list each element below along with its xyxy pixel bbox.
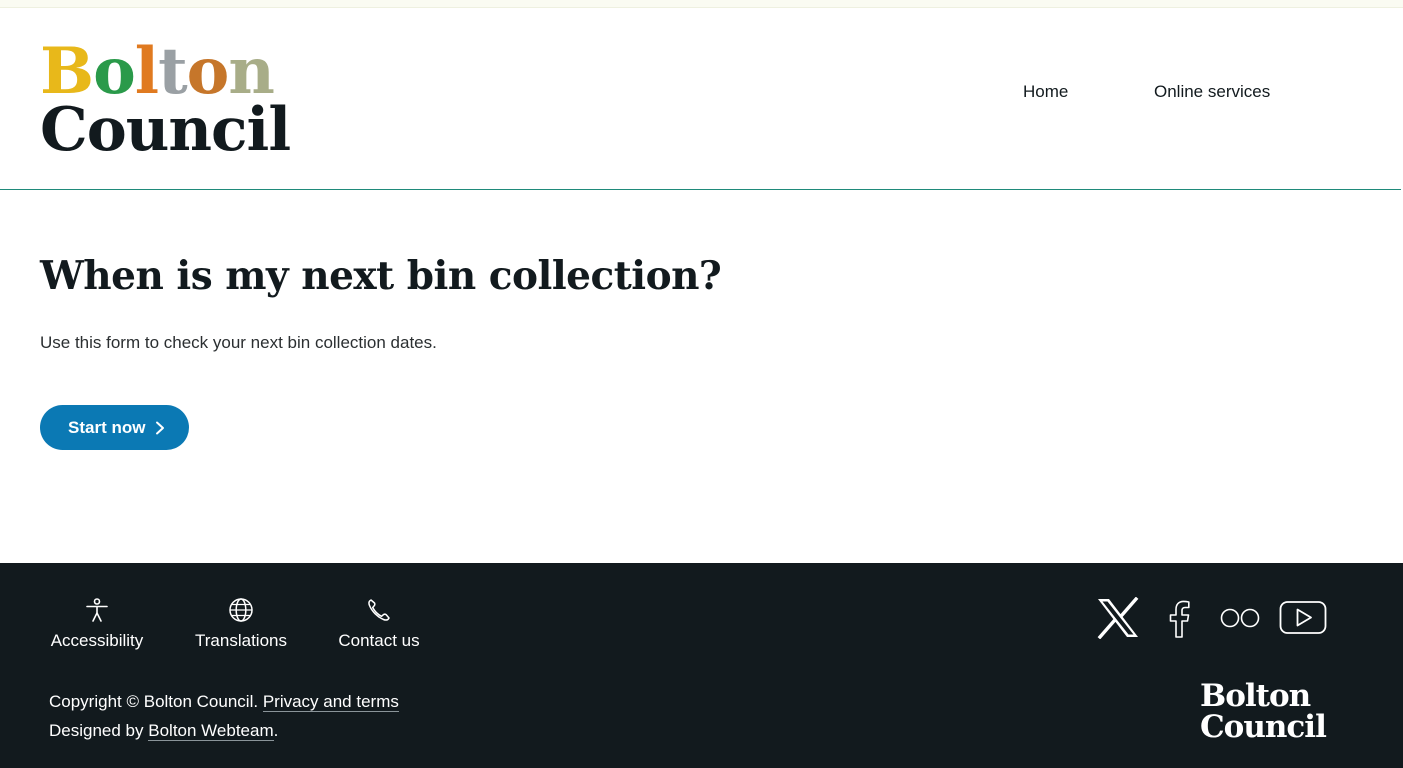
logo-word-council: Council [40,95,291,165]
footer-logo-bolton: Bolton [1200,678,1311,714]
facebook-link[interactable] [1164,597,1194,639]
phone-icon [368,599,390,621]
copyright-text: Copyright © Bolton Council. [49,692,259,711]
footer-translations-label: Translations [195,631,287,650]
chevron-right-icon [156,421,165,434]
nav-online-services-link[interactable]: Online services [1154,82,1270,102]
footer-logo: Bolton Council [1200,681,1330,743]
designed-by-suffix: . [273,721,279,740]
page-title: When is my next bin collection? [40,253,722,299]
designed-by-line: Designed by Bolton Webteam. [49,716,399,745]
x-twitter-link[interactable] [1096,596,1140,640]
footer-accessibility-label: Accessibility [50,631,144,650]
main-nav: Home Online services [0,82,1403,106]
footer-contact-label: Contact us [338,631,420,650]
designed-by-text: Designed by [49,721,144,740]
copyright-line: Copyright © Bolton Council. Privacy and … [49,687,399,716]
flickr-icon [1220,608,1260,628]
start-now-button[interactable]: Start now [40,405,189,450]
accessibility-icon [86,598,108,622]
facebook-icon [1169,600,1190,638]
footer-translations-link[interactable]: Translations [192,597,290,651]
footer-accessibility-link[interactable]: Accessibility [48,597,146,651]
start-now-label: Start now [68,417,146,437]
footer-logo-council: Council [1200,709,1327,745]
footer-contact-link[interactable]: Contact us [336,597,422,651]
flickr-link[interactable] [1218,597,1264,639]
globe-icon [229,598,253,622]
footer-copyright: Copyright © Bolton Council. Privacy and … [49,687,399,745]
youtube-icon [1279,601,1327,634]
x-icon [1097,596,1139,640]
top-strip [0,0,1403,8]
site-footer: Accessibility Translations Contact us Co… [0,563,1403,768]
privacy-terms-link[interactable]: Privacy and terms [262,692,399,712]
nav-home-link[interactable]: Home [1023,82,1068,102]
intro-text: Use this form to check your next bin col… [40,333,437,352]
bolton-webteam-link[interactable]: Bolton Webteam [148,721,274,741]
youtube-link[interactable] [1279,597,1327,639]
site-header: Bolton Council Home Online services [0,8,1401,190]
